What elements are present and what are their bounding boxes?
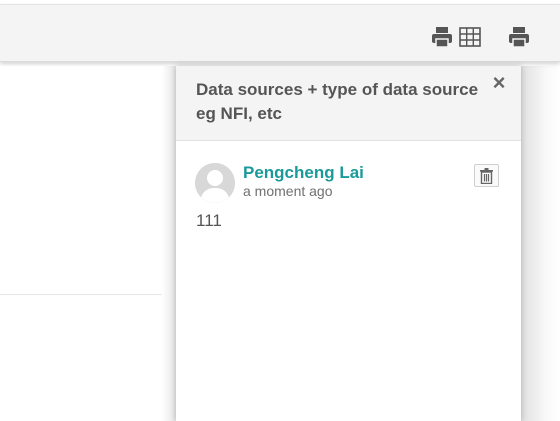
top-toolbar bbox=[0, 4, 560, 62]
delete-comment-button[interactable] bbox=[474, 164, 499, 187]
document-area bbox=[0, 66, 165, 421]
panel-shadow bbox=[162, 66, 176, 421]
divider bbox=[0, 294, 162, 295]
print-icon[interactable] bbox=[430, 25, 454, 49]
comment-panel: Data sources + type of data source eg NF… bbox=[176, 66, 521, 421]
comment-author[interactable]: Pengcheng Lai bbox=[243, 163, 364, 183]
comment-body: 111 bbox=[196, 211, 222, 230]
comment-timestamp: a moment ago bbox=[243, 183, 333, 199]
trash-icon bbox=[480, 168, 493, 184]
comment-panel-header: Data sources + type of data source eg NF… bbox=[176, 66, 521, 141]
print-icon[interactable] bbox=[507, 25, 531, 49]
table-icon[interactable] bbox=[458, 25, 482, 49]
close-button[interactable]: × bbox=[489, 72, 509, 94]
avatar bbox=[195, 163, 235, 203]
comment-panel-title: Data sources + type of data source eg NF… bbox=[196, 80, 479, 123]
panel-shadow bbox=[521, 66, 560, 421]
